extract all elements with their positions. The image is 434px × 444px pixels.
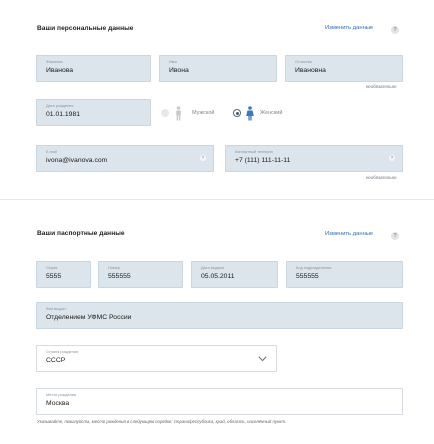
male-figure-icon — [176, 106, 181, 121]
phone-optional-note: необязательно — [366, 175, 397, 180]
passport-division-code-label: Код подразделения — [296, 265, 332, 270]
birthdate-label: Дата рождения — [46, 103, 74, 108]
passport-number-label: Номер — [108, 265, 120, 270]
middlename-label: Отчество — [295, 59, 312, 64]
passport-issued-by-field[interactable]: Кем выдан Отделением УФМС России — [36, 302, 403, 329]
passport-number-field[interactable]: Номер 555555 — [98, 261, 183, 288]
phone-label: Контактный телефон — [235, 149, 273, 154]
birth-place-value: Москва — [46, 400, 70, 407]
birthdate-field[interactable]: Дата рождения 01.01.1981 — [36, 99, 151, 126]
gender-male-label[interactable]: Мужской — [192, 110, 214, 116]
phone-value: +7 (111) 111-11-11 — [235, 157, 291, 164]
passport-series-label: Серия — [46, 265, 58, 270]
female-figure-icon — [246, 106, 254, 121]
passport-section-title: Ваши паспортные данные — [37, 230, 125, 237]
section-divider — [0, 199, 434, 200]
gender-female-radio[interactable] — [233, 109, 241, 117]
email-help-icon[interactable]: ? — [200, 155, 206, 161]
birth-place-field[interactable]: Место рождения Москва — [36, 388, 403, 415]
passport-edit-link[interactable]: Изменить данные — [325, 231, 373, 237]
firstname-label: Имя — [169, 59, 177, 64]
passport-help-icon[interactable]: ? — [391, 232, 399, 240]
birth-place-label: Место рождения — [46, 392, 77, 397]
lastname-field[interactable]: Фамилия Иванова — [36, 55, 151, 82]
passport-division-code-field[interactable]: Код подразделения 555555 — [286, 261, 403, 288]
birth-place-hint: Указывайте, пожалуйста, место рождения в… — [37, 419, 287, 424]
gender-male-radio[interactable] — [161, 109, 169, 117]
middlename-optional-note: необязательно — [366, 84, 397, 89]
passport-issue-date-label: Дата выдачи — [201, 265, 225, 270]
firstname-field[interactable]: Имя Ивона — [159, 55, 277, 82]
firstname-value: Ивона — [169, 67, 189, 74]
passport-number-value: 555555 — [108, 273, 131, 280]
birthdate-value: 01.01.1981 — [46, 111, 81, 118]
birth-country-select[interactable]: Страна рождения СССР — [36, 345, 277, 372]
lastname-label: Фамилия — [46, 59, 63, 64]
birth-country-label: Страна рождения — [46, 349, 79, 354]
email-field[interactable]: E-mail ivona@ivanova.com ? — [36, 145, 214, 172]
passport-issue-date-value: 05.05.2011 — [201, 273, 235, 280]
lastname-value: Иванова — [46, 67, 74, 74]
middlename-value: Ивановна — [295, 67, 326, 74]
email-value: ivona@ivanova.com — [46, 157, 108, 164]
personal-help-icon[interactable]: ? — [391, 26, 399, 34]
passport-issued-by-value: Отделением УФМС России — [46, 314, 132, 321]
passport-series-value: 5555 — [46, 273, 62, 280]
personal-edit-link[interactable]: Изменить данные — [325, 25, 373, 31]
middlename-field[interactable]: Отчество Ивановна — [285, 55, 403, 82]
phone-field[interactable]: Контактный телефон +7 (111) 111-11-11 ? — [225, 145, 403, 172]
phone-help-icon[interactable]: ? — [389, 155, 395, 161]
passport-division-code-value: 555555 — [296, 273, 319, 280]
gender-selector: Мужской Женский — [161, 106, 285, 121]
passport-issue-date-field[interactable]: Дата выдачи 05.05.2011 — [191, 261, 278, 288]
chevron-down-icon[interactable] — [258, 356, 267, 362]
passport-series-field[interactable]: Серия 5555 — [36, 261, 91, 288]
passport-issued-by-label: Кем выдан — [46, 306, 66, 311]
email-label: E-mail — [46, 149, 58, 154]
personal-section-title: Ваши персональные данные — [37, 25, 134, 32]
gender-female-label[interactable]: Женский — [260, 110, 282, 116]
birth-country-value: СССР — [46, 357, 66, 364]
